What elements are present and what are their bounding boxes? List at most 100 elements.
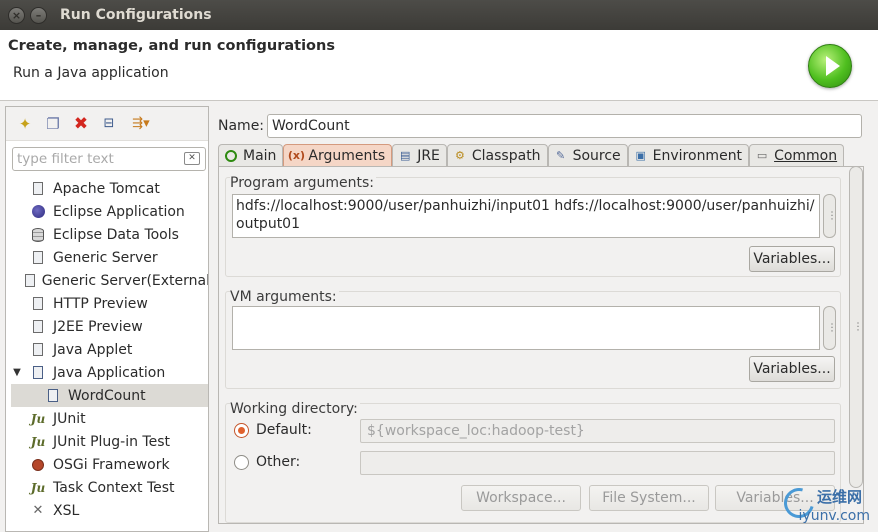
program-arguments-group: Program arguments: hdfs://localhost:9000… (225, 175, 841, 277)
tree-item-http-preview[interactable]: HTTP Preview (6, 292, 208, 315)
osgi-icon (30, 457, 46, 473)
collapse-all-icon[interactable]: ⊟ (98, 113, 120, 135)
tab-main[interactable]: Main (218, 144, 284, 166)
program-arguments-field[interactable]: hdfs://localhost:9000/user/panhuizhi/inp… (232, 194, 820, 238)
junit-icon: Ju (30, 434, 46, 449)
tree-item-label: Eclipse Data Tools (53, 226, 179, 243)
tab-label: Common (774, 147, 838, 164)
tab-jre[interactable]: ▤ JRE (392, 144, 447, 166)
tree-item-label: Generic Server(External (41, 272, 209, 289)
other-radio[interactable] (234, 454, 249, 470)
clear-filter-icon[interactable]: ✕ (184, 152, 200, 165)
file-system-button[interactable]: File System... (589, 485, 709, 511)
tab-arguments[interactable]: (x) Arguments (283, 144, 393, 166)
xsl-icon: ✕ (32, 503, 44, 518)
database-icon (30, 227, 46, 243)
header-title: Create, manage, and run configurations (8, 38, 335, 54)
default-directory-field: ${workspace_loc:hadoop-test} (360, 419, 835, 443)
header-subtitle: Run a Java application (13, 65, 169, 81)
tree-item-label: Task Context Test (53, 479, 175, 496)
tab-label: JRE (417, 147, 440, 164)
tree-item-label: XSL (53, 502, 80, 519)
java-app-icon (30, 365, 46, 381)
other-directory-option[interactable]: Other: (234, 454, 300, 470)
tree-item-osgi-framework[interactable]: OSGi Framework (6, 453, 208, 476)
tree-item-label: OSGi Framework (53, 456, 170, 473)
tab-label: Environment (652, 147, 743, 164)
default-directory-option[interactable]: Default: (234, 422, 312, 438)
vm-arguments-scrollbar[interactable] (823, 306, 836, 350)
expand-arrow-icon[interactable]: ▼ (10, 367, 24, 378)
jre-tab-icon: ▤ (399, 149, 411, 162)
tree-item-eclipse-data-tools[interactable]: Eclipse Data Tools (6, 223, 208, 246)
new-configuration-icon[interactable]: ✦ (14, 113, 36, 135)
tab-classpath[interactable]: ⚙ Classpath (446, 144, 548, 166)
main-tab-icon (223, 149, 239, 163)
title-bar: × – Run Configurations (0, 0, 878, 30)
run-banner-icon (808, 44, 852, 88)
configuration-tree-panel: ✦ ❐ ✖ ⊟ ⇶▾ ✕ Apache Tomcat Eclipse Applic… (5, 106, 209, 532)
tab-label: Arguments (308, 147, 386, 164)
tree-item-java-application[interactable]: ▼ Java Application (6, 361, 208, 384)
tree-item-junit[interactable]: Ju JUnit (6, 407, 208, 430)
tab-common[interactable]: ▭ Common (749, 144, 845, 166)
tree-item-wordcount[interactable]: WordCount (11, 384, 208, 407)
tree-item-task-context-test[interactable]: Ju Task Context Test (6, 476, 208, 499)
working-directory-group: Working directory: Default: ${workspace_… (225, 401, 841, 523)
tree-item-apache-tomcat[interactable]: Apache Tomcat (6, 177, 208, 200)
tree-item-label: Generic Server (53, 249, 158, 266)
tree-item-label: HTTP Preview (53, 295, 148, 312)
tree-toolbar: ✦ ❐ ✖ ⊟ ⇶▾ (6, 107, 208, 141)
tree-item-java-applet[interactable]: Java Applet (6, 338, 208, 361)
classpath-tab-icon: ⚙ (454, 149, 465, 162)
tab-label: Classpath (471, 147, 541, 164)
tree-item-label: Eclipse Application (53, 203, 185, 220)
tree-item-label: J2EE Preview (53, 318, 143, 335)
workspace-button[interactable]: Workspace... (461, 485, 581, 511)
program-variables-button[interactable]: Variables... (749, 246, 835, 272)
default-radio[interactable] (234, 422, 249, 438)
tree-item-j2ee-preview[interactable]: J2EE Preview (6, 315, 208, 338)
name-field[interactable] (267, 114, 862, 138)
java-app-icon (45, 388, 61, 404)
junit-icon: Ju (30, 411, 46, 426)
filter-input[interactable] (13, 148, 178, 170)
tab-environment[interactable]: ▣ Environment (627, 144, 750, 166)
tree-item-junit-plug-in-test[interactable]: Ju JUnit Plug-in Test (6, 430, 208, 453)
filter-menu-icon[interactable]: ⇶▾ (126, 113, 156, 135)
program-arguments-scrollbar[interactable] (823, 194, 836, 238)
source-tab-icon: ✎ (555, 149, 566, 162)
default-radio-label: Default: (256, 422, 312, 438)
working-directory-label: Working directory: (230, 401, 360, 417)
tree-item-label: Apache Tomcat (53, 180, 160, 197)
close-window-icon[interactable]: × (8, 6, 25, 24)
tab-content-scrollbar[interactable] (849, 166, 863, 488)
tree-item-label: JUnit Plug-in Test (53, 433, 171, 450)
tab-label: Main (243, 147, 277, 164)
tomcat-icon (30, 181, 46, 197)
site-watermark: 运维网 iyunv.com (770, 482, 876, 530)
duplicate-configuration-icon[interactable]: ❐ (42, 113, 64, 135)
vm-arguments-field[interactable] (232, 306, 820, 350)
configuration-tree: Apache Tomcat Eclipse Application Eclipse … (6, 177, 209, 522)
eclipse-icon (30, 204, 46, 220)
tab-source[interactable]: ✎ Source (547, 144, 628, 166)
tab-bar: Main (x) Arguments ▤ JRE ⚙ Classpath ✎ Source ▣ En… (218, 144, 845, 166)
arguments-tab-content: Program arguments: hdfs://localhost:9000… (218, 166, 864, 524)
program-arguments-label: Program arguments: (230, 175, 376, 191)
delete-configuration-icon[interactable]: ✖ (70, 113, 92, 135)
server-icon (24, 273, 35, 289)
common-tab-icon: ▭ (756, 149, 768, 162)
tree-item-generic-server[interactable]: Generic Server (6, 246, 208, 269)
watermark-url: iyunv.com (798, 508, 870, 524)
other-radio-label: Other: (256, 454, 301, 470)
tree-item-eclipse-application[interactable]: Eclipse Application (6, 200, 208, 223)
tree-item-xsl[interactable]: ✕ XSL (6, 499, 208, 522)
minimize-window-icon[interactable]: – (30, 6, 47, 24)
tree-item-label: JUnit (53, 410, 86, 427)
filter-box: ✕ (12, 147, 206, 171)
tree-item-label: WordCount (68, 387, 146, 404)
vm-arguments-label: VM arguments: (230, 289, 339, 305)
vm-variables-button[interactable]: Variables... (749, 356, 835, 382)
tree-item-generic-server-external[interactable]: Generic Server(External (6, 269, 209, 292)
